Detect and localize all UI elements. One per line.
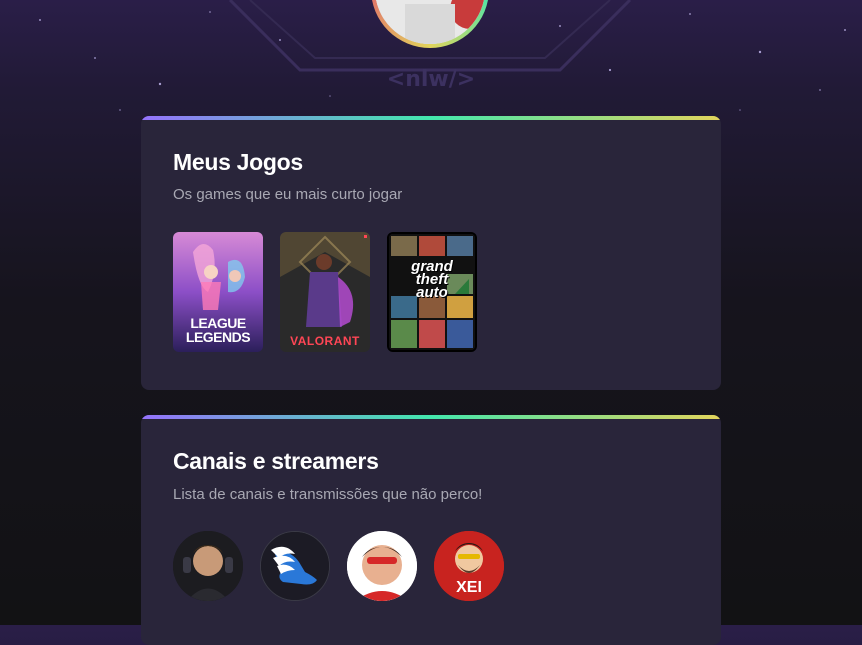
- background-logo-text: <nlw/>: [387, 67, 475, 92]
- lol-title-line2: LEGENDS: [185, 329, 251, 345]
- gta-title-line3: auto: [416, 284, 448, 301]
- streamer-4[interactable]: XEI: [434, 531, 504, 601]
- valorant-title: VALORANT: [290, 334, 360, 348]
- streamers-list: XEI: [173, 531, 504, 601]
- streamers-title: Canais e streamers: [173, 448, 379, 474]
- streamers-subtitle: Lista de canais e transmissões que não p…: [173, 486, 483, 503]
- game-valorant[interactable]: VALORANT: [280, 232, 370, 352]
- games-title: Meus Jogos: [173, 149, 303, 175]
- games-list: LEAGUE LEGENDS VALORANT grand theft auto: [173, 232, 477, 352]
- streamer-3[interactable]: [347, 531, 417, 601]
- game-gta-v[interactable]: grand theft auto: [387, 232, 477, 352]
- streamer-2[interactable]: [260, 531, 330, 601]
- winged-shoe-logo-icon: [261, 532, 329, 600]
- streamer-xei-label: XEI: [456, 579, 482, 596]
- streamer-avatar-3-icon: [347, 531, 417, 601]
- games-card: Meus Jogos Os games que eu mais curto jo…: [141, 116, 721, 390]
- streamer-avatar-1-icon: [173, 531, 243, 601]
- streamer-1[interactable]: [173, 531, 243, 601]
- lol-title-line1: LEAGUE: [190, 315, 246, 331]
- game-league-of-legends[interactable]: LEAGUE LEGENDS: [173, 232, 263, 352]
- streamers-card: Canais e streamers Lista de canais e tra…: [141, 415, 721, 645]
- games-subtitle: Os games que eu mais curto jogar: [173, 186, 403, 203]
